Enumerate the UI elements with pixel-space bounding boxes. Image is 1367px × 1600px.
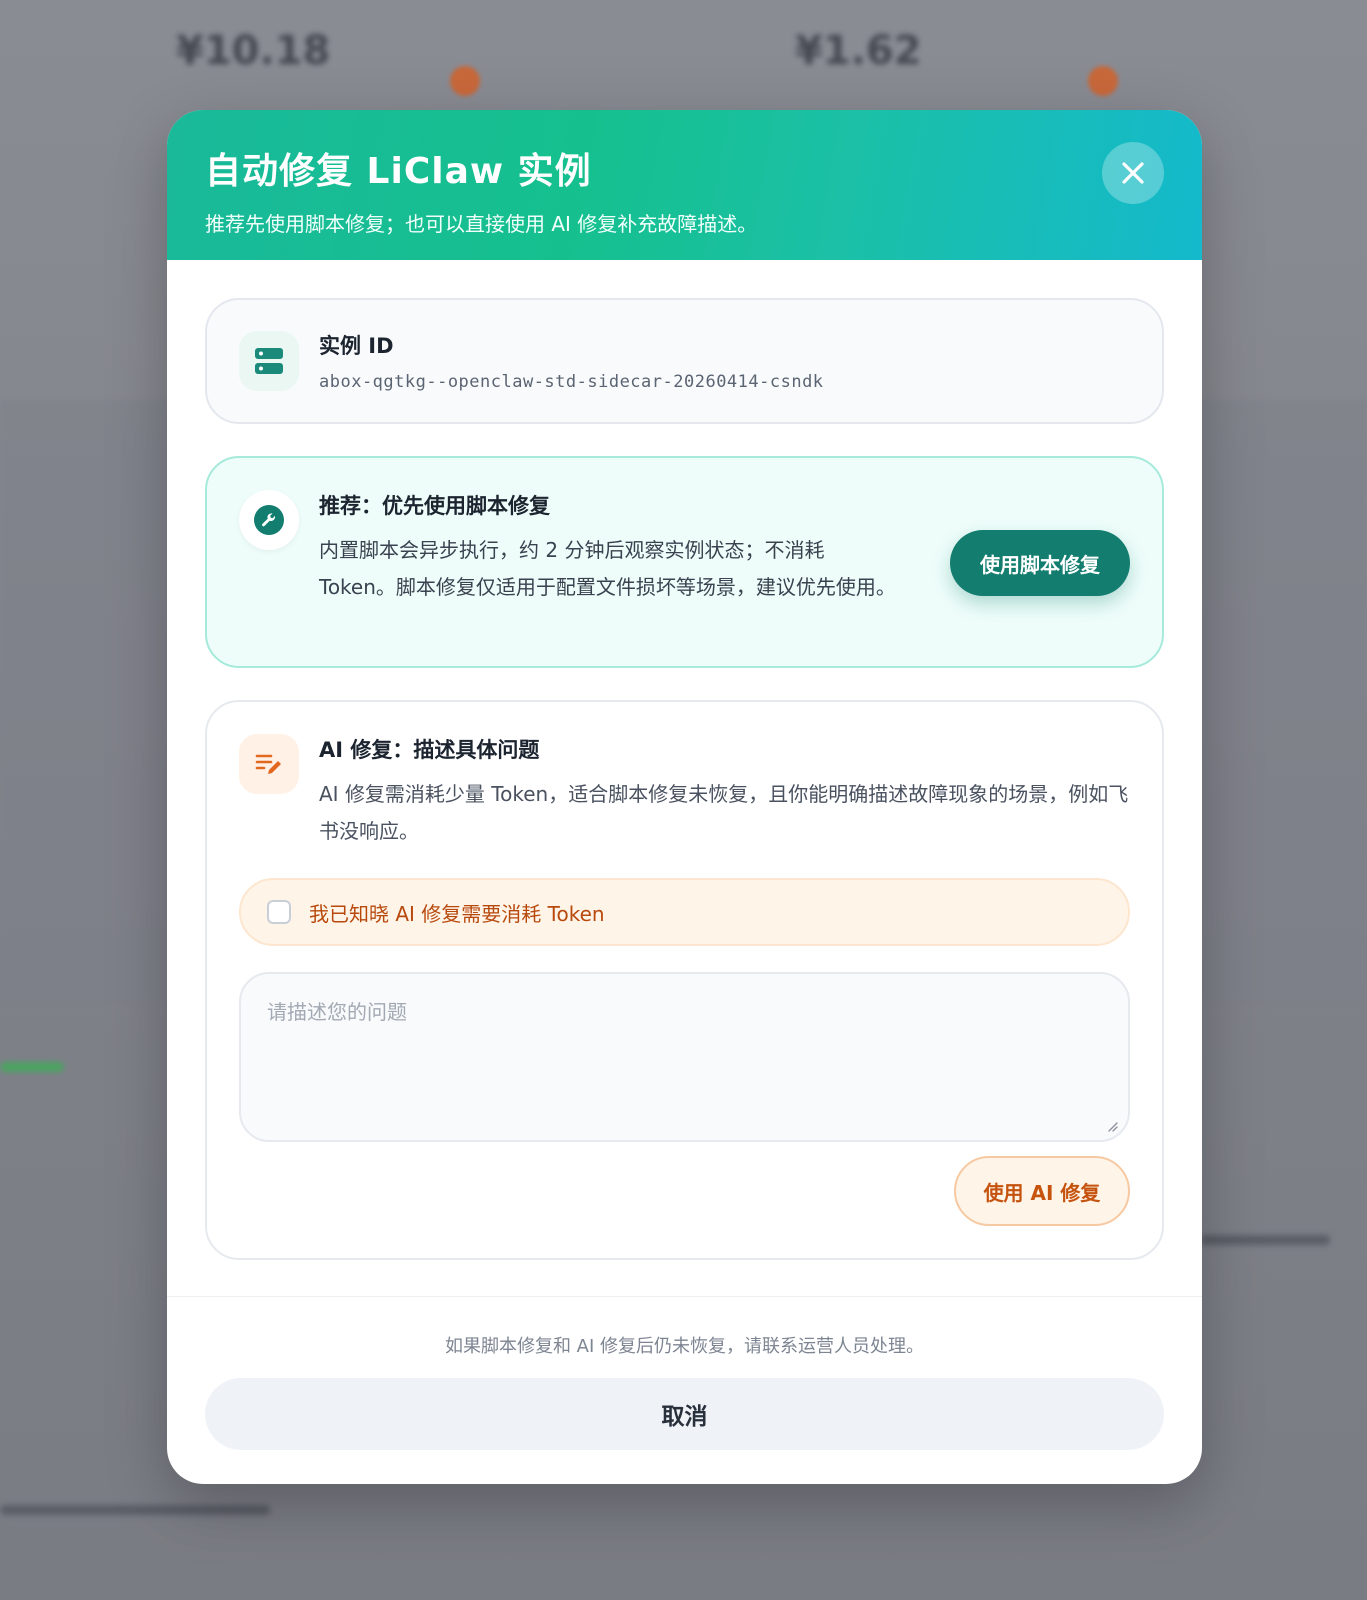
server-icon: [255, 348, 283, 374]
dialog-subtitle: 推荐先使用脚本修复；也可以直接使用 AI 修复补充故障描述。: [205, 212, 758, 236]
background-text-bar: [1200, 1235, 1330, 1245]
cancel-button[interactable]: 取消: [205, 1378, 1164, 1450]
ai-repair-description: AI 修复需消耗少量 Token，适合脚本修复未恢复，且你能明确描述故障现象的场…: [319, 782, 1129, 843]
ai-repair-card: AI 修复：描述具体问题 AI 修复需消耗少量 Token，适合脚本修复未恢复，…: [205, 700, 1164, 1260]
issue-description-box: [239, 972, 1130, 1142]
ai-repair-title: AI 修复：描述具体问题: [319, 738, 540, 762]
footer-note: 如果脚本修复和 AI 修复后仍未恢复，请联系运营人员处理。: [444, 1336, 925, 1357]
token-ack-checkbox[interactable]: [267, 900, 291, 924]
dialog-title: 自动修复 LiClaw 实例: [205, 151, 592, 192]
repair-dialog: 自动修复 LiClaw 实例 推荐先使用脚本修复；也可以直接使用 AI 修复补充…: [167, 110, 1202, 1484]
issue-description-input[interactable]: [267, 996, 1102, 1118]
background-text-bar: [0, 1505, 270, 1515]
script-repair-title: 推荐：优先使用脚本修复: [319, 494, 550, 518]
close-icon: [1122, 162, 1144, 184]
background-dot-icon: [1088, 66, 1118, 96]
background-dot-icon: [450, 66, 480, 96]
wrench-icon: [254, 505, 284, 535]
ai-icon-tile: [239, 734, 299, 794]
instance-id-label: 实例 ID: [319, 334, 394, 358]
footer-divider: [167, 1296, 1202, 1297]
script-repair-card: 推荐：优先使用脚本修复 内置脚本会异步执行，约 2 分钟后观察实例状态；不消耗 …: [205, 456, 1164, 668]
use-ai-repair-button[interactable]: 使用 AI 修复: [954, 1156, 1130, 1226]
token-ack-label: 我已知晓 AI 修复需要消耗 Token: [309, 901, 605, 926]
background-price-right: ¥1.62: [795, 28, 922, 74]
dialog-header: 自动修复 LiClaw 实例 推荐先使用脚本修复；也可以直接使用 AI 修复补充…: [167, 110, 1202, 260]
instance-id-value: abox-qgtkg--openclaw-std-sidecar-2026041…: [319, 372, 824, 392]
edit-list-icon: [255, 754, 281, 774]
script-repair-description: 内置脚本会异步执行，约 2 分钟后观察实例状态；不消耗 Token。脚本修复仅适…: [319, 538, 896, 599]
token-ack-row[interactable]: 我已知晓 AI 修复需要消耗 Token: [239, 878, 1130, 946]
background-price-left: ¥10.18: [176, 28, 331, 74]
background-status-bar: [0, 1062, 64, 1072]
use-script-repair-button[interactable]: 使用脚本修复: [950, 530, 1130, 596]
close-button[interactable]: [1102, 142, 1164, 204]
instance-id-card: 实例 ID abox-qgtkg--openclaw-std-sidecar-2…: [205, 298, 1164, 424]
script-icon-tile: [239, 490, 299, 550]
instance-icon-tile: [239, 331, 299, 391]
resize-grip-icon[interactable]: [1106, 1120, 1118, 1132]
